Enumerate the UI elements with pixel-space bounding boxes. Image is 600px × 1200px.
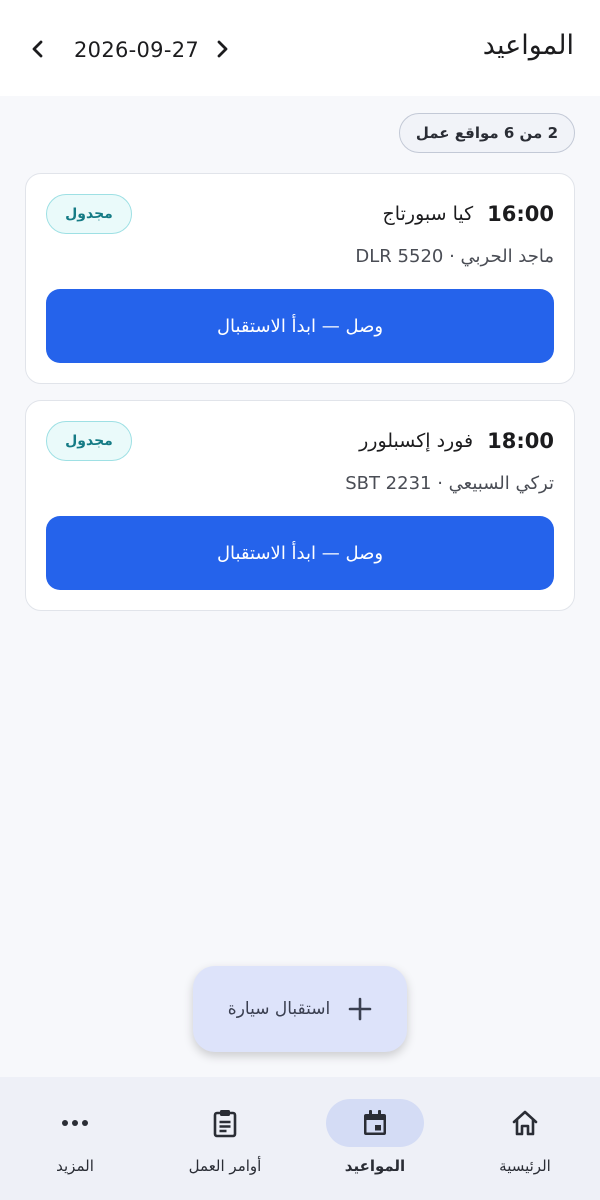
chevron-right-icon (217, 40, 228, 58)
home-icon (512, 1110, 538, 1136)
nav-label-appointments: المواعيد (344, 1157, 406, 1175)
appointment-customer-plate: ماجد الحربي · DLR 5520 (355, 246, 554, 267)
receive-vehicle-fab[interactable]: استقبال سيارة (193, 966, 407, 1052)
appointment-header: 18:00 فورد إكسبلورر (359, 429, 554, 453)
nav-label-home: الرئيسية (499, 1157, 551, 1175)
more-dots-icon (62, 1120, 88, 1126)
nav-item-work-orders[interactable]: أوامر العمل (150, 1099, 300, 1189)
appointment-time: 18:00 (487, 429, 554, 453)
appointment-customer-plate: تركي السبيعي · SBT 2231 (345, 473, 554, 494)
appointment-time: 16:00 (487, 202, 554, 226)
bottom-navigation: الرئيسية المواعيد أوامر العمل المزيد (0, 1077, 600, 1200)
top-app-bar: المواعيد 2026-09-27 (0, 0, 600, 96)
appointment-header: 16:00 كيا سبورتاج (383, 202, 554, 226)
fab-label: استقبال سيارة (227, 999, 331, 1019)
plus-icon (348, 997, 372, 1021)
chevron-left-icon (32, 40, 43, 58)
appointment-vehicle: كيا سبورتاج (382, 203, 474, 225)
appointment-vehicle: فورد إكسبلورر (359, 430, 474, 452)
appointment-card: 16:00 كيا سبورتاج ماجد الحربي · DLR 5520… (25, 173, 575, 384)
nav-item-appointments[interactable]: المواعيد (300, 1099, 450, 1189)
clipboard-icon (213, 1110, 237, 1138)
nav-label-more: المزيد (56, 1157, 94, 1175)
appointment-card: 18:00 فورد إكسبلورر تركي السبيعي · SBT 2… (25, 400, 575, 611)
next-day-button[interactable] (208, 34, 238, 64)
worksite-count-chip: 2 من 6 مواقع عمل (398, 113, 575, 153)
current-date[interactable]: 2026-09-27 (74, 38, 199, 62)
status-badge: مجدول (46, 194, 132, 234)
start-reception-button[interactable]: وصل — ابدأ الاستقبال (46, 516, 554, 590)
previous-day-button[interactable] (22, 34, 52, 64)
page-title: المواعيد (482, 30, 574, 61)
nav-item-home[interactable]: الرئيسية (450, 1099, 600, 1189)
calendar-icon (364, 1110, 386, 1135)
nav-label-work-orders: أوامر العمل (188, 1157, 262, 1175)
status-badge: مجدول (46, 421, 132, 461)
nav-item-more[interactable]: المزيد (0, 1099, 150, 1189)
start-reception-button[interactable]: وصل — ابدأ الاستقبال (46, 289, 554, 363)
